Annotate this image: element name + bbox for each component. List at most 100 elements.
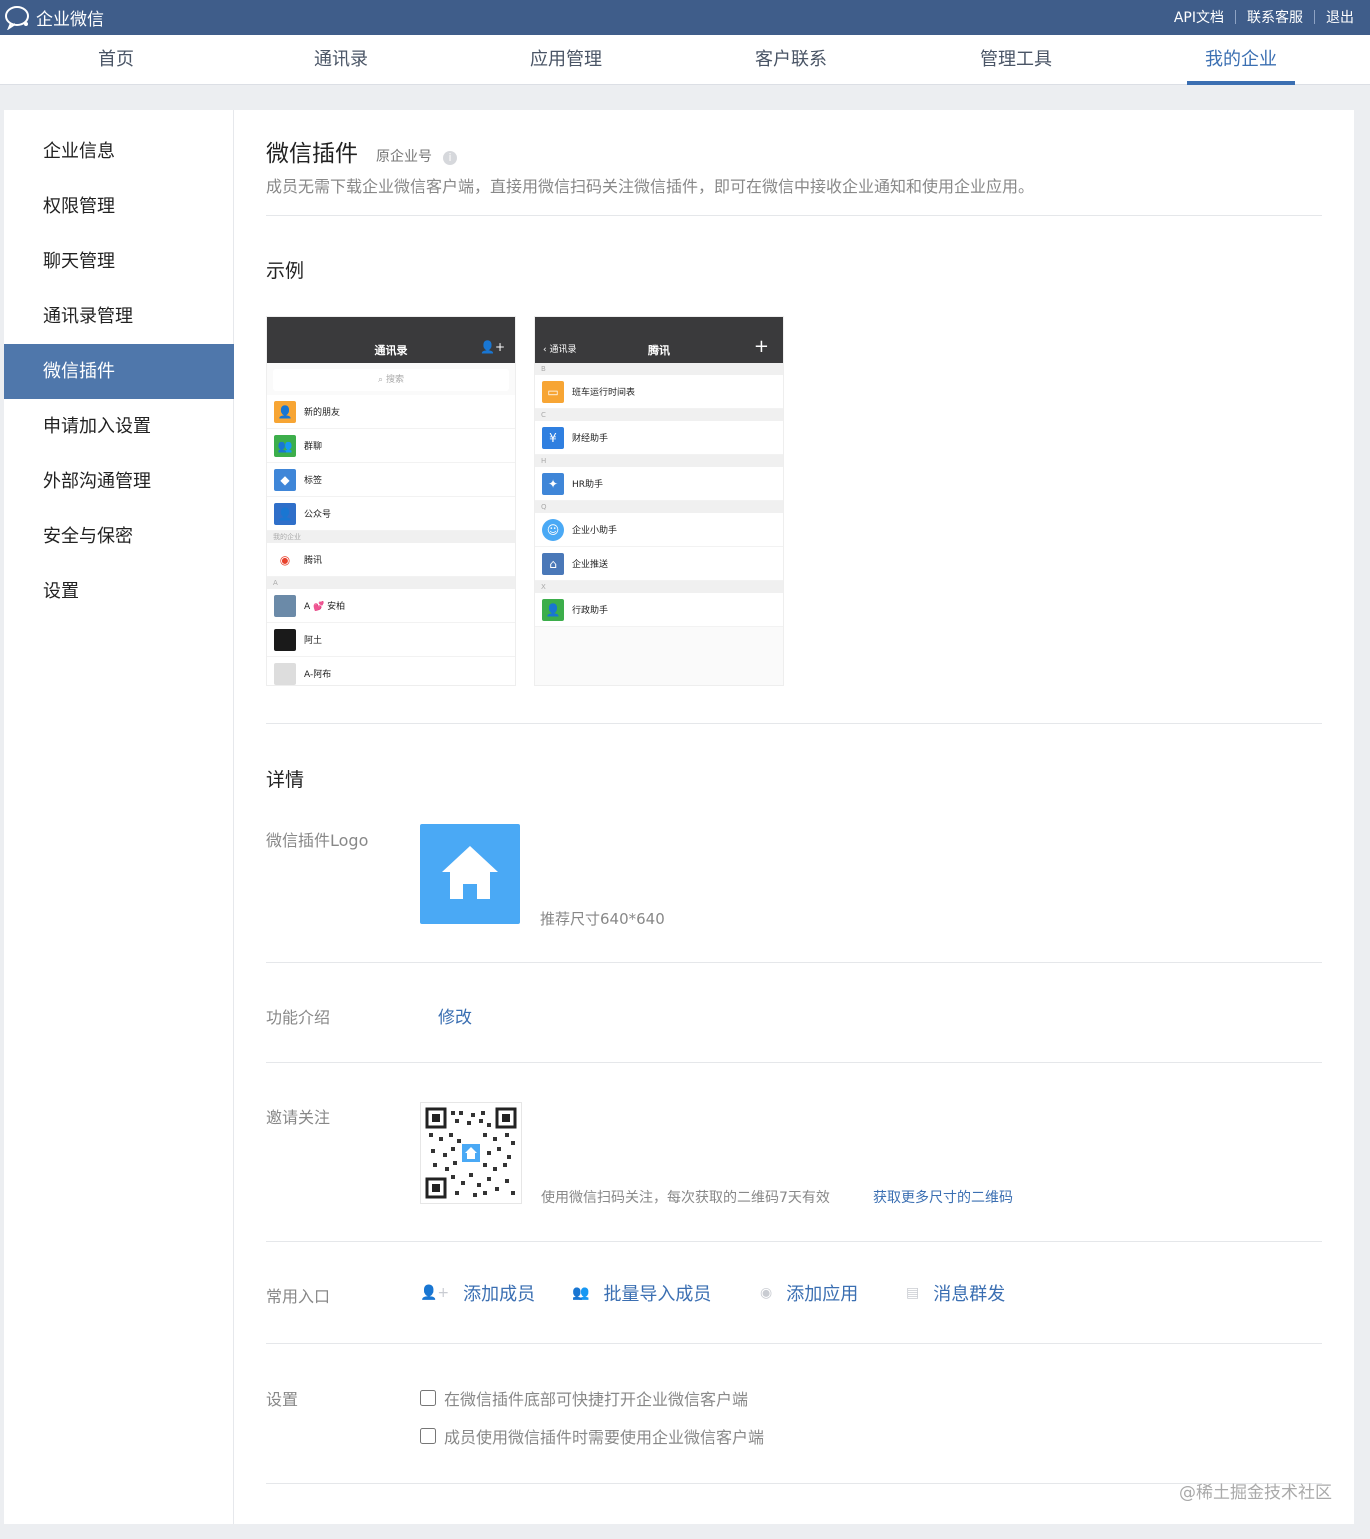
phone-search: ⌕ 搜索 bbox=[273, 369, 509, 391]
divider bbox=[266, 1241, 1322, 1242]
house-icon bbox=[442, 846, 498, 899]
list-item: A 💕 安柏 bbox=[267, 589, 515, 623]
batch-import-button[interactable]: 👥 批量导入成员 bbox=[572, 1280, 711, 1306]
sidebar-item-company-info[interactable]: 企业信息 bbox=[4, 124, 234, 179]
divider bbox=[266, 1483, 1322, 1484]
add-app-button[interactable]: ◉ 添加应用 bbox=[760, 1280, 858, 1306]
sidebar-item-wechat-plugin[interactable]: 微信插件 bbox=[4, 344, 234, 399]
home-icon: ⌂ bbox=[542, 552, 564, 575]
group-header: A bbox=[267, 577, 515, 589]
setting-quick-open-label: 在微信插件底部可快捷打开企业微信客户端 bbox=[444, 1390, 749, 1409]
customer-service-link[interactable]: 联系客服 bbox=[1247, 7, 1303, 27]
page-title: 微信插件 bbox=[266, 141, 358, 167]
broadcast-message-button[interactable]: ▤ 消息群发 bbox=[906, 1280, 1005, 1306]
entry-label: 常用入口 bbox=[266, 1287, 331, 1306]
logout-link[interactable]: 退出 bbox=[1326, 7, 1354, 27]
brand-logo[interactable]: 企业微信 bbox=[4, 4, 104, 30]
list-item: 👤 公众号 bbox=[267, 497, 515, 531]
plus-icon: + bbox=[753, 336, 769, 357]
list-item: ☺ 企业小助手 bbox=[535, 513, 783, 547]
phone-header: 通讯录 👤+ bbox=[267, 317, 515, 363]
add-app-label: 添加应用 bbox=[786, 1284, 859, 1305]
group-chat-icon: 👥 bbox=[274, 434, 296, 457]
brand-name: 企业微信 bbox=[36, 9, 104, 30]
divider bbox=[266, 1343, 1322, 1344]
list-item: ▭ 班车运行时间表 bbox=[535, 375, 783, 409]
sidebar-item-external-communication[interactable]: 外部沟通管理 bbox=[4, 454, 234, 509]
phone-title: 腾讯 bbox=[648, 344, 670, 357]
list-item-label: 阿土 bbox=[304, 636, 323, 646]
main-nav: 首页 通讯录 应用管理 客户联系 管理工具 我的企业 bbox=[0, 35, 1370, 85]
setting-quick-open[interactable]: 在微信插件底部可快捷打开企业微信客户端 bbox=[420, 1386, 748, 1410]
list-item: 👥 群聊 bbox=[267, 429, 515, 463]
watermark: @稀土掘金技术社区 bbox=[1179, 1483, 1332, 1503]
sidebar-item-permissions[interactable]: 权限管理 bbox=[4, 179, 234, 234]
list-item: A-阿布 bbox=[267, 657, 515, 685]
divider bbox=[266, 962, 1322, 963]
setting-require-client-checkbox[interactable] bbox=[420, 1428, 436, 1444]
nav-app-management[interactable]: 应用管理 bbox=[506, 35, 626, 85]
invite-label: 邀请关注 bbox=[266, 1108, 331, 1127]
plugin-logo[interactable] bbox=[420, 824, 520, 924]
sidebar: 企业信息 权限管理 聊天管理 通讯录管理 微信插件 申请加入设置 外部沟通管理 … bbox=[4, 110, 234, 1524]
message-icon: ▤ bbox=[906, 1285, 920, 1301]
group-header: H bbox=[535, 455, 783, 467]
list-item: 阿土 bbox=[267, 623, 515, 657]
list-item: ◉ 腾讯 bbox=[267, 543, 515, 577]
assistant-icon: ☺ bbox=[542, 518, 564, 541]
setting-require-client[interactable]: 成员使用微信插件时需要使用企业微信客户端 bbox=[420, 1424, 764, 1448]
example-phone-contacts: 通讯录 👤+ ⌕ 搜索 👤 新的朋友 👥 群聊 ◆ 标签 👤 公众号 我的企业 ◉ 腾讯 … bbox=[266, 316, 516, 686]
sidebar-item-chat-management[interactable]: 聊天管理 bbox=[4, 234, 234, 289]
phone-title: 通讯录 bbox=[374, 344, 408, 357]
list-item-label: 班车运行时间表 bbox=[572, 388, 636, 398]
phone-header: ‹ 通讯录 腾讯 + bbox=[535, 317, 783, 363]
intro-label: 功能介绍 bbox=[266, 1008, 331, 1027]
sidebar-item-settings[interactable]: 设置 bbox=[4, 564, 234, 619]
add-member-button[interactable]: 👤+ 添加成员 bbox=[420, 1280, 535, 1306]
list-item: ¥ 财经助手 bbox=[535, 421, 783, 455]
phone-search-text: 搜索 bbox=[385, 375, 404, 385]
setting-require-client-label: 成员使用微信插件时需要使用企业微信客户端 bbox=[444, 1428, 765, 1447]
avatar bbox=[274, 628, 296, 651]
qr-code bbox=[420, 1102, 522, 1204]
main-panel: 企业信息 权限管理 聊天管理 通讯录管理 微信插件 申请加入设置 外部沟通管理 … bbox=[4, 110, 1354, 1524]
list-item-label: 标签 bbox=[304, 476, 323, 486]
official-account-icon: 👤 bbox=[274, 502, 296, 525]
qr-hint: 使用微信扫码关注，每次获取的二维码7天有效 bbox=[541, 1190, 830, 1206]
nav-my-company[interactable]: 我的企业 bbox=[1181, 35, 1301, 85]
nav-home[interactable]: 首页 bbox=[56, 35, 176, 85]
list-item-label: 新的朋友 bbox=[304, 408, 341, 418]
add-member-label: 添加成员 bbox=[463, 1284, 536, 1305]
page-description: 成员无需下载企业微信客户端，直接用微信扫码关注微信插件，即可在微信中接收企业通知… bbox=[266, 177, 1035, 196]
list-item: ✦ HR助手 bbox=[535, 467, 783, 501]
list-item-label: A-阿布 bbox=[304, 670, 332, 680]
group-header: B bbox=[535, 363, 783, 375]
list-item: ⌂ 企业推送 bbox=[535, 547, 783, 581]
tag-icon: ◆ bbox=[274, 468, 296, 491]
qr-code-icon bbox=[425, 1107, 517, 1199]
list-item-label: 腾讯 bbox=[304, 556, 323, 566]
api-docs-link[interactable]: API文档 bbox=[1174, 7, 1224, 27]
nav-customer-contact[interactable]: 客户联系 bbox=[731, 35, 851, 85]
sidebar-item-contacts-management[interactable]: 通讯录管理 bbox=[4, 289, 234, 344]
add-contact-icon: 👤+ bbox=[480, 340, 505, 354]
nav-contacts[interactable]: 通讯录 bbox=[281, 35, 401, 85]
intro-edit-link[interactable]: 修改 bbox=[438, 1003, 472, 1028]
info-icon[interactable]: i bbox=[443, 151, 457, 165]
list-item-label: 群聊 bbox=[304, 442, 323, 452]
batch-import-label: 批量导入成员 bbox=[603, 1284, 712, 1305]
divider bbox=[1314, 10, 1315, 24]
divider bbox=[266, 215, 1322, 216]
settings-label: 设置 bbox=[266, 1390, 299, 1409]
hr-icon: ✦ bbox=[542, 472, 564, 495]
list-item-label: 行政助手 bbox=[572, 606, 609, 616]
add-user-icon: 👤+ bbox=[420, 1285, 450, 1301]
more-qr-sizes-link[interactable]: 获取更多尺寸的二维码 bbox=[873, 1187, 1013, 1207]
nav-management-tools[interactable]: 管理工具 bbox=[956, 35, 1076, 85]
logo-label: 微信插件Logo bbox=[266, 831, 369, 850]
setting-quick-open-checkbox[interactable] bbox=[420, 1390, 436, 1406]
sidebar-item-join-settings[interactable]: 申请加入设置 bbox=[4, 399, 234, 454]
avatar bbox=[274, 594, 296, 617]
sidebar-item-security[interactable]: 安全与保密 bbox=[4, 509, 234, 564]
list-item-label: 企业推送 bbox=[572, 560, 609, 570]
